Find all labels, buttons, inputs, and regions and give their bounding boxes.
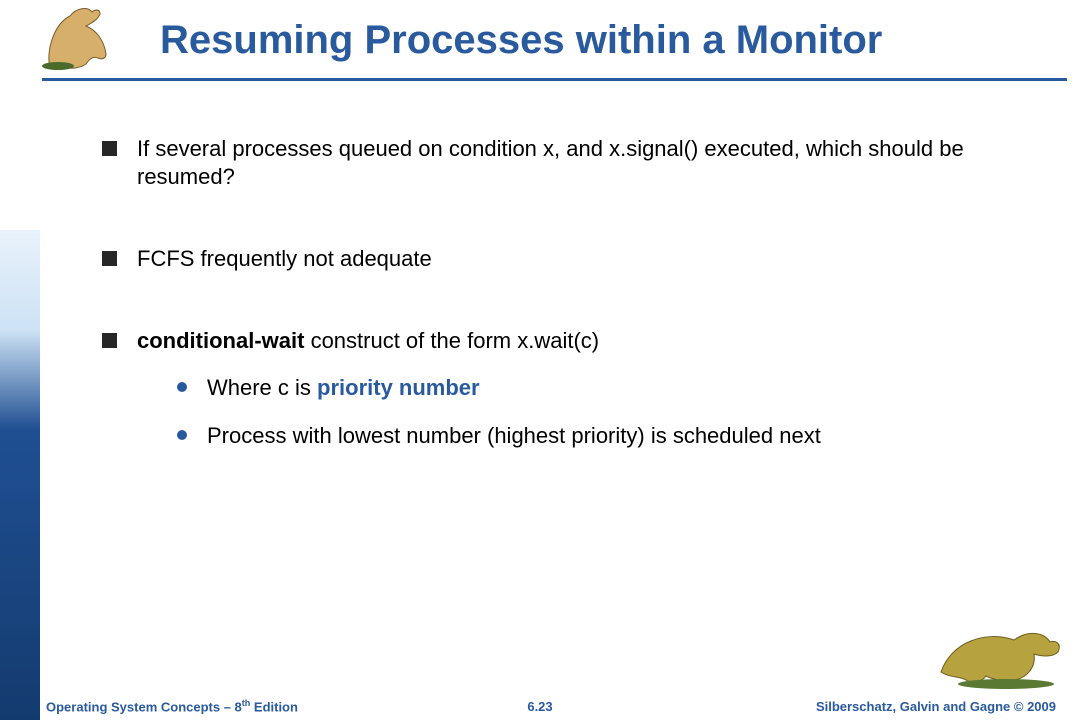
circle-bullet-icon [177,430,187,440]
slide-footer: Operating System Concepts – 8th Edition … [0,694,1080,714]
sub-bullet-item: Process with lowest number (highest prio… [177,422,1042,450]
square-bullet-icon [102,141,117,156]
dinosaur-icon [40,0,140,72]
bullet-lead-term: conditional-wait [137,328,304,353]
bullet-rest: construct of the form x.wait(c) [304,328,599,353]
footer-copyright: Silberschatz, Galvin and Gagne © 2009 [816,699,1056,714]
square-bullet-icon [102,333,117,348]
slide-title-block: Resuming Processes within a Monitor [160,18,1020,63]
sub-bullet-list: Where c is priority number Process with … [137,374,1042,450]
bullet-item: conditional-wait construct of the form x… [102,327,1042,469]
slide-body: If several processes queued on condition… [102,135,1042,470]
side-gradient-stripe [0,0,40,720]
circle-bullet-icon [177,382,187,392]
bullet-text: conditional-wait construct of the form x… [137,327,1042,469]
bullet-text: If several processes queued on condition… [137,135,1042,191]
sub-bullet-text: Where c is priority number [207,374,480,402]
sub-bullet-text: Process with lowest number (highest prio… [207,422,821,450]
square-bullet-icon [102,251,117,266]
sub-pre: Process with lowest number (highest prio… [207,423,821,448]
sub-pre: Where c is [207,375,317,400]
bullet-text: FCFS frequently not adequate [137,245,1042,273]
title-underline [42,78,1067,81]
slide-title: Resuming Processes within a Monitor [160,18,882,63]
sub-bullet-item: Where c is priority number [177,374,1042,402]
slide: Resuming Processes within a Monitor If s… [0,0,1080,720]
sub-highlight: priority number [317,375,480,400]
bullet-item: FCFS frequently not adequate [102,245,1042,273]
bullet-item: If several processes queued on condition… [102,135,1042,191]
dinosaur-icon [936,622,1066,692]
